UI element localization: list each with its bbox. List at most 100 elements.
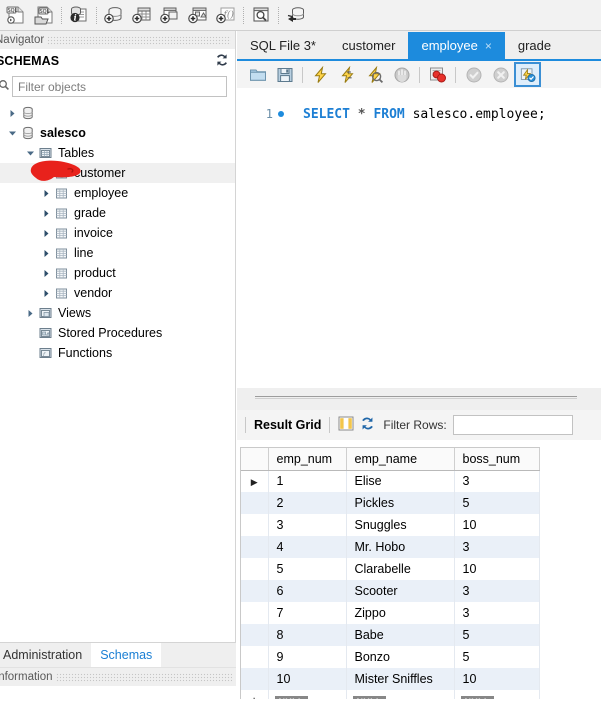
table-row[interactable]: ▶ 1 Elise 3 bbox=[241, 470, 540, 492]
tab-employee[interactable]: employee × bbox=[408, 32, 505, 59]
tree-item-stored-procedures[interactable]: Stored Procedures bbox=[0, 323, 235, 343]
table-row[interactable]: 6 Scooter 3 bbox=[241, 580, 540, 602]
cell-emp-num[interactable]: 7 bbox=[268, 602, 347, 624]
cell-emp-name[interactable]: Bonzo bbox=[346, 646, 455, 668]
search-data-icon[interactable] bbox=[247, 2, 275, 29]
tab-customer[interactable]: customer bbox=[329, 32, 408, 59]
row-marker[interactable] bbox=[241, 558, 269, 580]
cell-emp-num[interactable]: 5 bbox=[268, 558, 347, 580]
create-view-icon[interactable] bbox=[156, 2, 184, 29]
editor-results-splitter[interactable] bbox=[237, 388, 601, 410]
table-row[interactable]: 2 Pickles 5 bbox=[241, 492, 540, 514]
create-function-icon[interactable]: f() bbox=[212, 2, 240, 29]
open-file-icon[interactable] bbox=[244, 62, 271, 87]
stop-execution-icon[interactable] bbox=[388, 62, 415, 87]
cell-boss-num[interactable]: 10 bbox=[454, 558, 540, 580]
toggle-stop-on-error-icon[interactable] bbox=[424, 62, 451, 87]
cell-boss-num[interactable]: 3 bbox=[454, 602, 540, 624]
filter-objects-input[interactable] bbox=[12, 76, 227, 97]
chevron-right-icon[interactable] bbox=[40, 189, 53, 198]
row-marker[interactable] bbox=[241, 668, 269, 690]
filter-rows-input[interactable] bbox=[452, 415, 573, 435]
cell-emp-num[interactable]: 2 bbox=[268, 492, 347, 514]
table-row[interactable]: 8 Babe 5 bbox=[241, 624, 540, 646]
table-row[interactable]: 10 Mister Sniffles 10 bbox=[241, 668, 540, 690]
cell-emp-num[interactable]: 3 bbox=[268, 514, 347, 536]
cell-emp-name[interactable]: Snuggles bbox=[346, 514, 455, 536]
cell-emp-name[interactable]: Babe bbox=[346, 624, 455, 646]
chevron-down-icon[interactable] bbox=[6, 129, 19, 138]
chevron-right-icon[interactable] bbox=[40, 229, 53, 238]
row-marker[interactable] bbox=[241, 580, 269, 602]
save-file-icon[interactable] bbox=[271, 62, 298, 87]
cell-boss-num[interactable]: 5 bbox=[454, 624, 540, 646]
tree-item-tables[interactable]: Tables bbox=[0, 143, 235, 163]
cell-boss-num[interactable]: 3 bbox=[454, 470, 540, 492]
table-row[interactable]: 3 Snuggles 10 bbox=[241, 514, 540, 536]
chevron-right-icon[interactable] bbox=[40, 169, 53, 178]
cell-boss-num[interactable]: 5 bbox=[454, 646, 540, 668]
tree-item-employee[interactable]: employee bbox=[0, 183, 235, 203]
tree-item-customer[interactable]: customer bbox=[0, 163, 235, 183]
table-row[interactable]: 9 Bonzo 5 bbox=[241, 646, 540, 668]
row-marker[interactable] bbox=[241, 624, 269, 646]
tree-item-vendor[interactable]: vendor bbox=[0, 283, 235, 303]
column-header-boss-num[interactable]: boss_num bbox=[454, 448, 540, 471]
tab-administration[interactable]: Administration bbox=[0, 643, 91, 667]
chevron-right-icon[interactable] bbox=[24, 309, 37, 318]
result-grid[interactable]: emp_num emp_name boss_num ▶ 1 Elise 3 2 … bbox=[240, 447, 540, 713]
tab-grade[interactable]: grade bbox=[505, 32, 564, 59]
cell-boss-num[interactable]: 3 bbox=[454, 580, 540, 602]
inspector-icon[interactable]: i bbox=[65, 2, 93, 29]
reconnect-server-icon[interactable] bbox=[282, 2, 310, 29]
close-icon[interactable]: × bbox=[485, 39, 492, 53]
cell-emp-name[interactable]: Clarabelle bbox=[346, 558, 455, 580]
tree-item-views[interactable]: Views bbox=[0, 303, 235, 323]
new-sql-tab-icon[interactable]: SQL bbox=[2, 2, 30, 29]
row-marker[interactable]: ▶ bbox=[241, 470, 269, 492]
cell-emp-name[interactable]: Mr. Hobo bbox=[346, 536, 455, 558]
cell-emp-num[interactable]: 10 bbox=[268, 668, 347, 690]
table-row[interactable]: 7 Zippo 3 bbox=[241, 602, 540, 624]
cell-emp-name[interactable]: Mister Sniffles bbox=[346, 668, 455, 690]
chevron-right-icon[interactable] bbox=[40, 249, 53, 258]
refresh-rows-icon[interactable] bbox=[360, 416, 375, 434]
execute-statement-icon[interactable] bbox=[307, 62, 334, 87]
cell-emp-name[interactable]: Elise bbox=[346, 470, 455, 492]
cell-emp-num[interactable]: 9 bbox=[268, 646, 347, 668]
tree-item-invoice[interactable]: invoice bbox=[0, 223, 235, 243]
row-marker[interactable] bbox=[241, 514, 269, 536]
cell-emp-num[interactable]: 4 bbox=[268, 536, 347, 558]
cell-boss-num[interactable]: 10 bbox=[454, 514, 540, 536]
chevron-down-icon[interactable] bbox=[24, 149, 37, 158]
column-header-emp-num[interactable]: emp_num bbox=[268, 448, 347, 471]
tree-item-functions[interactable]: f Functions bbox=[0, 343, 235, 363]
cell-boss-num[interactable]: 5 bbox=[454, 492, 540, 514]
tab-schemas[interactable]: Schemas bbox=[91, 643, 162, 667]
table-row[interactable]: 4 Mr. Hobo 3 bbox=[241, 536, 540, 558]
column-header-emp-name[interactable]: emp_name bbox=[346, 448, 455, 471]
explain-query-icon[interactable] bbox=[361, 62, 388, 87]
tree-item-redacted-schema[interactable] bbox=[0, 103, 235, 123]
commit-transaction-icon[interactable] bbox=[460, 62, 487, 87]
row-marker[interactable] bbox=[241, 602, 269, 624]
create-schema-icon[interactable] bbox=[100, 2, 128, 29]
autocommit-toggle-icon[interactable] bbox=[514, 62, 541, 87]
sql-editor[interactable]: 1 SELECT * FROM salesco.employee; bbox=[237, 88, 601, 388]
row-marker[interactable] bbox=[241, 536, 269, 558]
chevron-right-icon[interactable] bbox=[40, 289, 53, 298]
sql-statement[interactable]: SELECT * FROM salesco.employee; bbox=[303, 107, 546, 122]
cell-emp-num[interactable]: 8 bbox=[268, 624, 347, 646]
cell-emp-name[interactable]: Pickles bbox=[346, 492, 455, 514]
cell-emp-num[interactable]: 1 bbox=[268, 470, 347, 492]
create-table-icon[interactable] bbox=[128, 2, 156, 29]
chevron-right-icon[interactable] bbox=[6, 109, 19, 118]
cell-boss-num[interactable]: 10 bbox=[454, 668, 540, 690]
refresh-icon[interactable] bbox=[215, 53, 229, 70]
cell-boss-num[interactable]: 3 bbox=[454, 536, 540, 558]
execute-current-statement-icon[interactable] bbox=[334, 62, 361, 87]
row-marker[interactable] bbox=[241, 646, 269, 668]
row-marker[interactable] bbox=[241, 492, 269, 514]
rollback-transaction-icon[interactable] bbox=[487, 62, 514, 87]
chevron-right-icon[interactable] bbox=[40, 269, 53, 278]
